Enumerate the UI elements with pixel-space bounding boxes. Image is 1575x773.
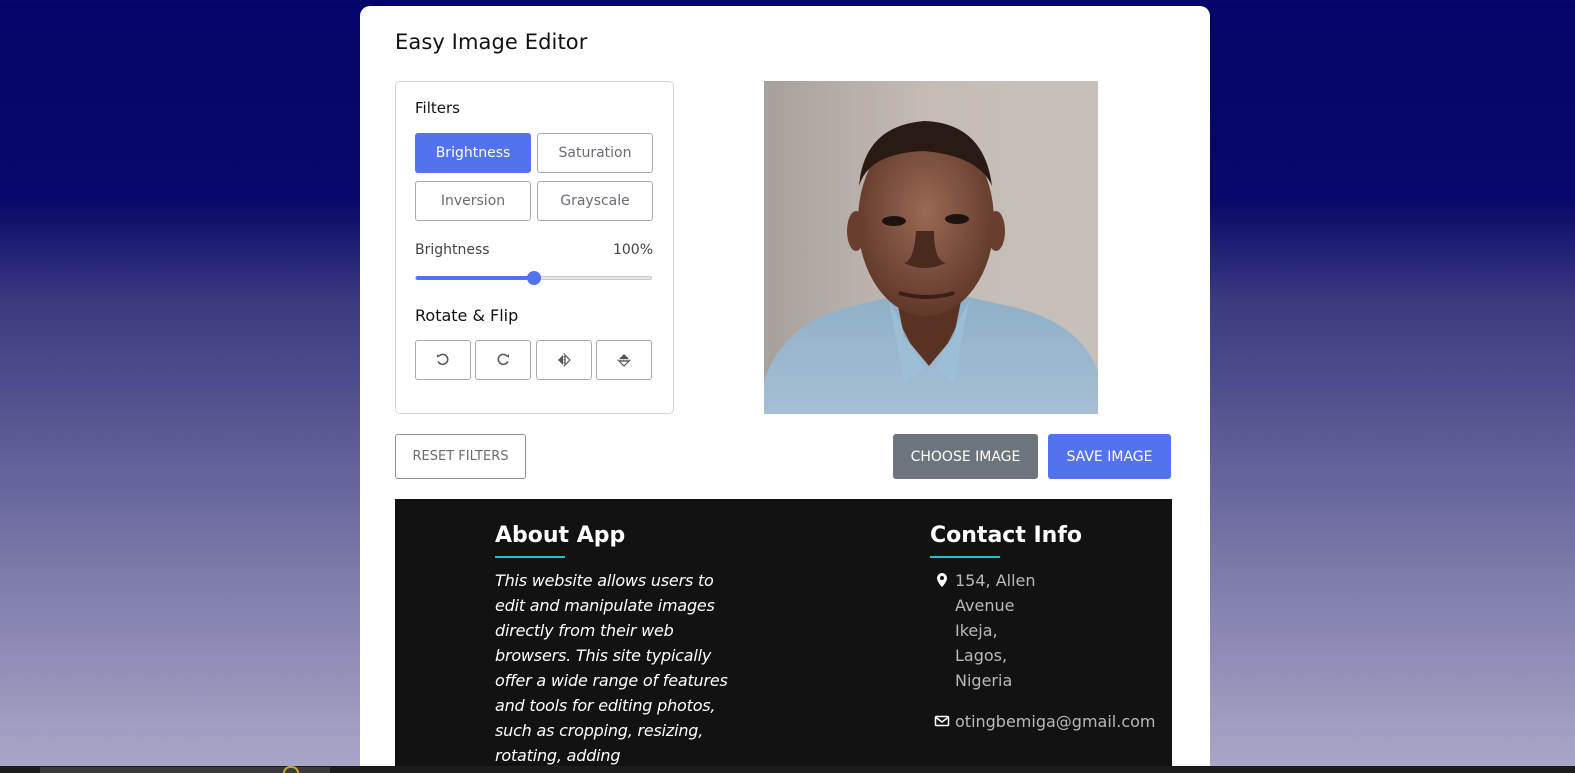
footer: About App This website allows users to e…	[395, 499, 1172, 773]
filter-saturation-button[interactable]: Saturation	[537, 133, 653, 173]
envelope-icon	[934, 715, 950, 727]
filter-brightness-button[interactable]: Brightness	[415, 133, 531, 173]
rotate-right-icon	[497, 353, 509, 366]
address-line-3: Ikeja,	[955, 621, 998, 640]
slider-fill	[416, 276, 534, 280]
brightness-slider[interactable]	[415, 271, 652, 285]
reset-filters-button[interactable]: RESET FILTERS	[395, 434, 526, 479]
portrait-photo	[764, 81, 1098, 414]
filter-inversion-button[interactable]: Inversion	[415, 181, 531, 221]
app-title: Easy Image Editor	[395, 30, 588, 54]
image-preview	[764, 81, 1098, 414]
contact-underline	[930, 556, 1000, 558]
rotate-left-icon	[437, 353, 449, 366]
about-underline	[495, 556, 565, 558]
flip-vertical-icon	[617, 354, 631, 367]
rotate-flip-heading: Rotate & Flip	[415, 306, 519, 325]
slider-value: 100%	[612, 242, 653, 258]
address-line-4: Lagos,	[955, 646, 1008, 665]
address-line-5: Nigeria	[955, 671, 1013, 690]
address-line-1: 154, Allen	[955, 571, 1036, 590]
flip-horizontal-icon	[558, 353, 571, 367]
contact-email[interactable]: otingbemiga@gmail.com	[955, 709, 1156, 734]
filters-heading: Filters	[415, 99, 460, 117]
contact-heading: Contact Info	[930, 523, 1083, 548]
taskbar-strip	[0, 766, 1575, 773]
flip-horizontal-button[interactable]	[536, 340, 592, 380]
about-heading: About App	[495, 523, 626, 548]
address-line-2: Avenue	[955, 596, 1015, 615]
filter-grayscale-button[interactable]: Grayscale	[537, 181, 653, 221]
flip-vertical-button[interactable]	[596, 340, 652, 380]
save-image-button[interactable]: SAVE IMAGE	[1048, 434, 1171, 479]
slider-name: Brightness	[415, 242, 490, 258]
rotate-left-button[interactable]	[415, 340, 471, 380]
choose-image-button[interactable]: CHOOSE IMAGE	[893, 434, 1038, 479]
rotate-right-button[interactable]	[475, 340, 531, 380]
slider-info: Brightness 100%	[415, 242, 653, 258]
about-text: This website allows users to edit and ma…	[495, 571, 728, 765]
slider-thumb[interactable]	[526, 271, 541, 285]
editor-card: Easy Image Editor Filters Brightness Sat…	[360, 6, 1210, 773]
taskbar-indicator	[283, 766, 299, 773]
location-pin-icon	[937, 573, 947, 587]
